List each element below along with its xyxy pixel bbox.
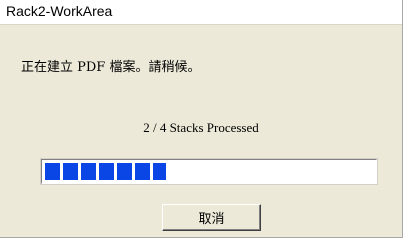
progress-dialog: Rack2-WorkArea 正在建立 PDF 檔案。請稍候。 2 / 4 St… xyxy=(0,0,403,238)
cancel-button[interactable]: 取消 xyxy=(162,204,261,231)
status-message: 正在建立 PDF 檔案。請稍候。 xyxy=(21,60,201,75)
window-title: Rack2-WorkArea xyxy=(6,3,113,19)
progress-track xyxy=(45,163,373,180)
progress-status-text: 2 / 4 Stacks Processed xyxy=(143,120,259,135)
progress-bar xyxy=(41,159,377,184)
title-bar[interactable]: Rack2-WorkArea xyxy=(0,0,402,25)
progress-fill xyxy=(45,163,167,180)
